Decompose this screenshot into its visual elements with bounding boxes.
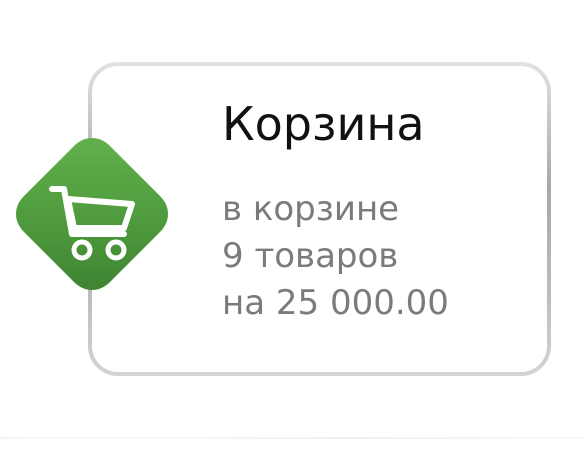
cart-widget-stage: Корзина в корзине 9 товаров на 25 000.00 [0,0,582,452]
cart-summary: в корзине 9 товаров на 25 000.00 [222,186,449,327]
divider [0,437,582,439]
cart-summary-line-1: в корзине [222,189,400,229]
shopping-cart-icon [16,138,168,290]
cart-title: Корзина [222,97,425,151]
cart-widget[interactable]: Корзина в корзине 9 товаров на 25 000.00 [0,0,582,452]
cart-badge[interactable] [12,134,172,294]
cart-item-count: 9 товаров [222,236,399,276]
cart-total-amount: на 25 000.00 [222,283,449,323]
